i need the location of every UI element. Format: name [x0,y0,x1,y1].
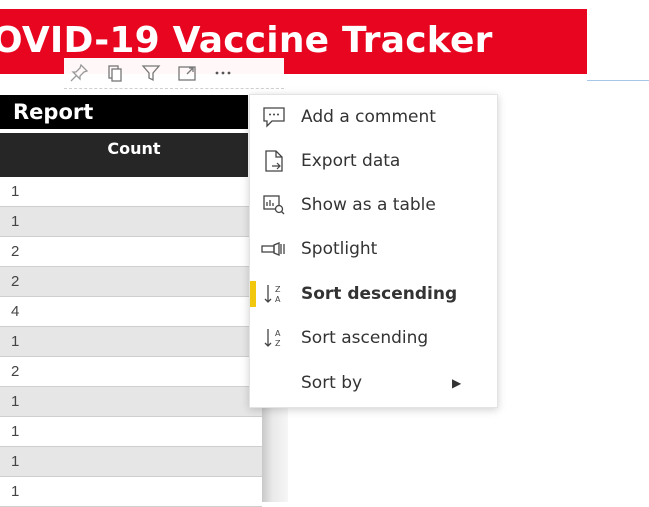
svg-text:Z: Z [275,339,281,348]
pin-icon[interactable] [64,58,94,88]
menu-item-label: Show as a table [301,195,436,215]
visual-header-toolbar [64,58,284,89]
filter-icon[interactable] [136,58,166,88]
spotlight-icon [261,236,287,262]
table-row[interactable]: 1 [0,327,262,357]
menu-item-show-as-table[interactable]: Show as a table [250,185,497,225]
report-title-bar: Report [0,95,248,129]
column-header-count[interactable]: Count [0,139,268,158]
menu-item-label: Spotlight [301,239,378,259]
svg-text:Z: Z [275,285,281,294]
more-options-icon[interactable] [208,58,238,88]
context-menu: Add a comment Export data Show as a tabl… [249,94,498,408]
menu-item-add-comment[interactable]: Add a comment [250,97,497,137]
menu-item-label: Add a comment [301,107,436,127]
table-row[interactable]: 1 [0,477,262,507]
comment-icon [261,104,287,130]
focus-mode-icon[interactable] [172,58,202,88]
svg-text:A: A [275,295,281,304]
menu-item-sort-descending[interactable]: ZA Sort descending [250,274,497,314]
table-row[interactable]: 1 [0,207,262,237]
menu-item-label: Sort descending [301,284,458,304]
table-body: 1 1 2 2 4 1 2 1 1 1 1 [0,177,262,507]
table-row[interactable]: 4 [0,297,262,327]
visual-border-line [587,80,649,81]
menu-item-label: Export data [301,151,401,171]
table-row[interactable]: 1 [0,177,262,207]
copy-icon[interactable] [100,58,130,88]
table-header: Count [0,133,248,177]
menu-item-label: Sort by [301,373,363,393]
export-icon [261,148,287,174]
sort-ascending-icon: AZ [261,325,287,351]
menu-item-label: Sort ascending [301,328,429,348]
svg-text:A: A [275,329,281,338]
chevron-right-icon: ▶ [452,376,462,390]
table-row[interactable]: 2 [0,237,262,267]
table-row[interactable]: 1 [0,447,262,477]
menu-item-export-data[interactable]: Export data [250,141,497,181]
sort-descending-icon: ZA [261,281,287,307]
active-indicator [250,281,256,307]
menu-item-spotlight[interactable]: Spotlight [250,229,497,269]
table-row[interactable]: 1 [0,387,262,417]
table-row[interactable]: 2 [0,267,262,297]
menu-item-sort-by[interactable]: Sort by ▶ [250,363,497,403]
menu-item-sort-ascending[interactable]: AZ Sort ascending [250,318,497,358]
table-row[interactable]: 1 [0,417,262,447]
report-title: Report [13,100,94,124]
table-row[interactable]: 2 [0,357,262,387]
page-title: OVID-19 Vaccine Tracker [0,20,493,61]
table-icon [261,192,287,218]
